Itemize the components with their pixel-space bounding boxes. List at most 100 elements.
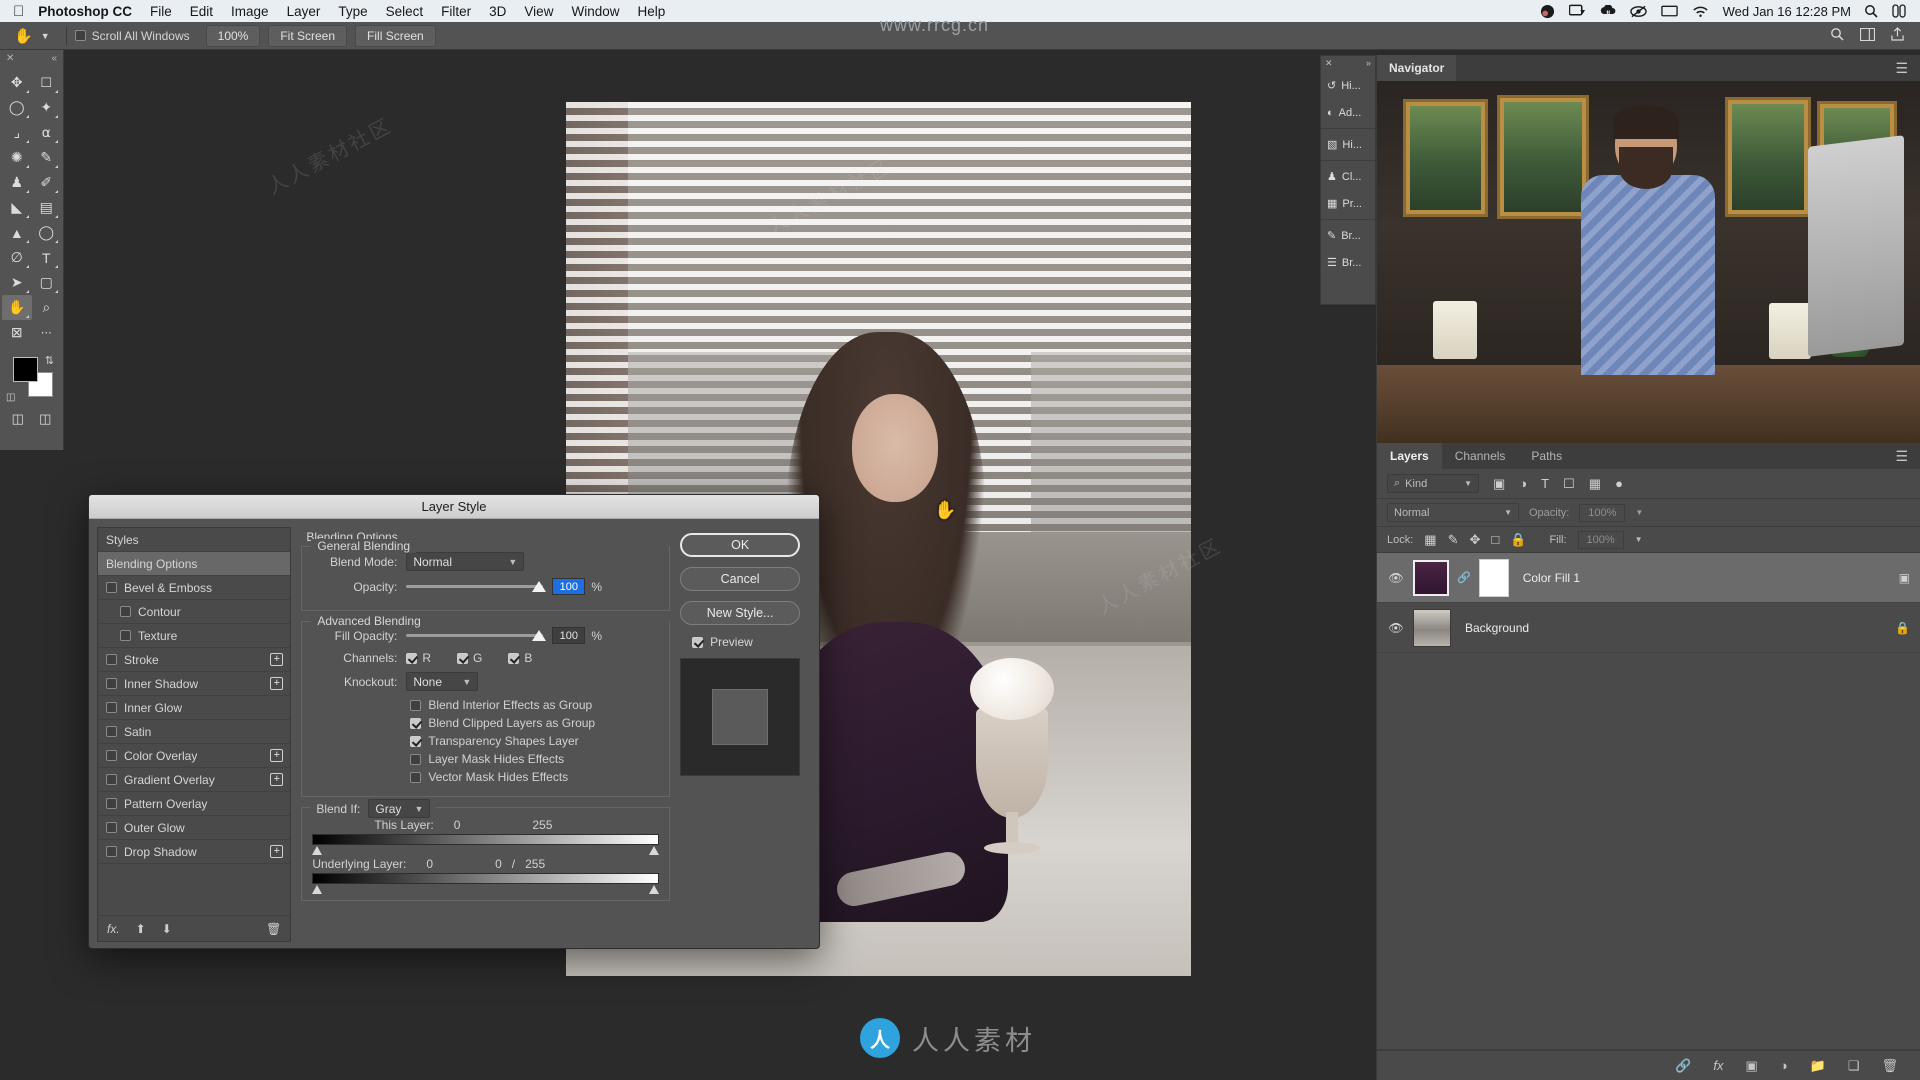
clone-stamp-tool[interactable]: ♟ <box>2 170 32 195</box>
menu-item-layer[interactable]: Layer <box>287 4 321 19</box>
search-icon[interactable] <box>1830 27 1844 44</box>
opacity-input[interactable]: 100 <box>552 578 586 595</box>
layer-name[interactable]: Background <box>1465 621 1529 635</box>
add-mask-icon[interactable]: ▣ <box>1745 1058 1757 1074</box>
properties-panel-button[interactable]: ▦ Pr... <box>1321 190 1375 217</box>
quick-mask-icon[interactable]: ◫ <box>12 411 24 427</box>
styles-list-item-color-overlay[interactable]: Color Overlay + <box>98 744 291 768</box>
underlying-layer-white-stop[interactable] <box>649 885 660 894</box>
swap-colors-icon[interactable]: ⇅ <box>45 354 54 367</box>
satin-checkbox[interactable] <box>106 726 117 737</box>
fill-screen-button[interactable]: Fill Screen <box>355 24 436 47</box>
path-selection-tool[interactable]: ➤ <box>2 270 32 295</box>
tool-preset-picker[interactable]: ✋ ▼ <box>0 27 58 45</box>
styles-list-item-styles[interactable]: Styles <box>98 528 291 552</box>
menu-item-window[interactable]: Window <box>571 4 619 19</box>
lock-image-icon[interactable]: ✎ <box>1448 532 1459 548</box>
blend-interior-effects-checkbox[interactable] <box>410 699 422 711</box>
search-icon[interactable] <box>1864 4 1878 18</box>
brush-tool[interactable]: ✎ <box>32 145 62 170</box>
styles-list-item-inner-shadow[interactable]: Inner Shadow + <box>98 672 291 696</box>
color-overlay-checkbox[interactable] <box>106 750 117 761</box>
inner-shadow-checkbox[interactable] <box>106 678 117 689</box>
move-tool[interactable]: ✥ <box>2 70 32 95</box>
screen-record-icon[interactable] <box>1568 4 1586 18</box>
contour-checkbox[interactable] <box>120 606 131 617</box>
adjustment-layer-icon[interactable]: ◑ <box>1780 1058 1788 1073</box>
share-icon[interactable] <box>1891 27 1904 44</box>
stroke-checkbox[interactable] <box>106 654 117 665</box>
this-layer-black-stop[interactable] <box>312 846 323 855</box>
layer-mask-hides-effects-checkbox[interactable] <box>410 753 422 765</box>
move-down-icon[interactable]: ⬇ <box>162 922 172 936</box>
tab-channels[interactable]: Channels <box>1442 443 1519 469</box>
blend-if-select[interactable]: Gray ▼ <box>368 799 431 818</box>
edit-toolbar-tool[interactable]: ⊠ <box>2 320 32 345</box>
menu-item-image[interactable]: Image <box>231 4 269 19</box>
styles-list-item-satin[interactable]: Satin <box>98 720 291 744</box>
tab-paths[interactable]: Paths <box>1518 443 1575 469</box>
underlying-layer-mid[interactable]: 0 <box>495 857 502 871</box>
styles-list-item-pattern-overlay[interactable]: Pattern Overlay <box>98 792 291 816</box>
this-layer-min[interactable]: 0 <box>454 818 461 832</box>
this-layer-white-stop[interactable] <box>649 846 660 855</box>
opacity-slider-thumb[interactable] <box>532 580 547 592</box>
menu-item-filter[interactable]: Filter <box>441 4 471 19</box>
new-group-icon[interactable]: 📁 <box>1810 1058 1826 1074</box>
layer-blend-mode-select[interactable]: Normal ▼ <box>1387 503 1519 522</box>
default-colors-icon[interactable]: ◫ <box>6 392 15 403</box>
eraser-tool[interactable]: ◣ <box>2 195 32 220</box>
layer-name[interactable]: Color Fill 1 <box>1523 571 1580 585</box>
stroke-add-icon[interactable]: + <box>270 653 284 666</box>
channel-g-checkbox[interactable] <box>457 652 468 664</box>
blend-interior-effects-row[interactable]: Blend Interior Effects as Group <box>310 698 661 712</box>
this-layer-max[interactable]: 255 <box>532 818 552 832</box>
zoom-100-button[interactable]: 100% <box>205 24 261 47</box>
layer-thumbnail[interactable] <box>1413 608 1451 647</box>
navigator-thumbnail[interactable] <box>1377 81 1920 443</box>
chevron-down-icon[interactable]: ▼ <box>1635 508 1643 517</box>
dropbox-icon[interactable] <box>1600 4 1616 18</box>
crop-tool[interactable]: ⌟ <box>2 120 32 145</box>
fill-opacity-slider[interactable] <box>406 628 547 644</box>
scroll-all-windows-box[interactable] <box>74 30 86 41</box>
outer-glow-checkbox[interactable] <box>106 822 117 833</box>
hand-tool-icon[interactable]: ✋ <box>14 27 33 45</box>
this-layer-ramp[interactable] <box>312 834 660 855</box>
styles-list-item-outer-glow[interactable]: Outer Glow <box>98 816 291 840</box>
menu-item-help[interactable]: Help <box>637 4 665 19</box>
ok-button[interactable]: OK <box>680 533 801 557</box>
filter-kind-select[interactable]: ⌕ Kind ▼ <box>1387 474 1479 493</box>
layer-thumbnail[interactable] <box>1413 559 1449 596</box>
preview-checkbox-row[interactable]: Preview <box>692 635 811 649</box>
dodge-tool[interactable]: ◯ <box>32 220 62 245</box>
blend-clipped-layers-checkbox[interactable] <box>410 717 422 729</box>
cancel-button[interactable]: Cancel <box>680 567 801 591</box>
menu-item-edit[interactable]: Edit <box>190 4 213 19</box>
marquee-tool[interactable]: ☐ <box>32 70 62 95</box>
drop-shadow-add-icon[interactable]: + <box>270 845 284 858</box>
channel-r-checkbox[interactable] <box>406 652 418 664</box>
double-chevron-icon[interactable]: » <box>1366 58 1371 68</box>
close-icon[interactable]: ✕ <box>6 53 14 64</box>
new-style-button[interactable]: New Style... <box>680 601 801 625</box>
bevel-emboss-checkbox[interactable] <box>106 582 117 593</box>
shape-filter-icon[interactable]: ☐ <box>1563 476 1575 492</box>
hand-tool[interactable]: ✋ <box>2 295 32 320</box>
screen-mode-icon[interactable]: ◫ <box>39 411 51 427</box>
opacity-slider[interactable] <box>406 579 547 595</box>
type-tool[interactable]: T <box>32 245 62 270</box>
lock-position-icon[interactable]: ✥ <box>1470 532 1481 548</box>
layer-mask-hides-effects-row[interactable]: Layer Mask Hides Effects <box>310 752 661 766</box>
styles-list-item-gradient-overlay[interactable]: Gradient Overlay + <box>98 768 291 792</box>
fill-opacity-input[interactable]: 100 <box>552 627 586 644</box>
styles-list-item-stroke[interactable]: Stroke + <box>98 648 291 672</box>
history-brush-tool[interactable]: ✐ <box>32 170 62 195</box>
inner-glow-checkbox[interactable] <box>106 702 117 713</box>
eye-icon[interactable]: 👁 <box>1387 621 1405 635</box>
layer-style-dialog[interactable]: Layer Style Styles Blending Options Beve… <box>88 494 820 949</box>
layer-fill-input[interactable]: 100% <box>1577 530 1624 549</box>
adjustments-panel-button[interactable]: ◐ Ad... <box>1321 99 1375 126</box>
vector-mask-hides-effects-row[interactable]: Vector Mask Hides Effects <box>310 770 661 784</box>
vector-mask-hides-effects-checkbox[interactable] <box>410 771 422 783</box>
